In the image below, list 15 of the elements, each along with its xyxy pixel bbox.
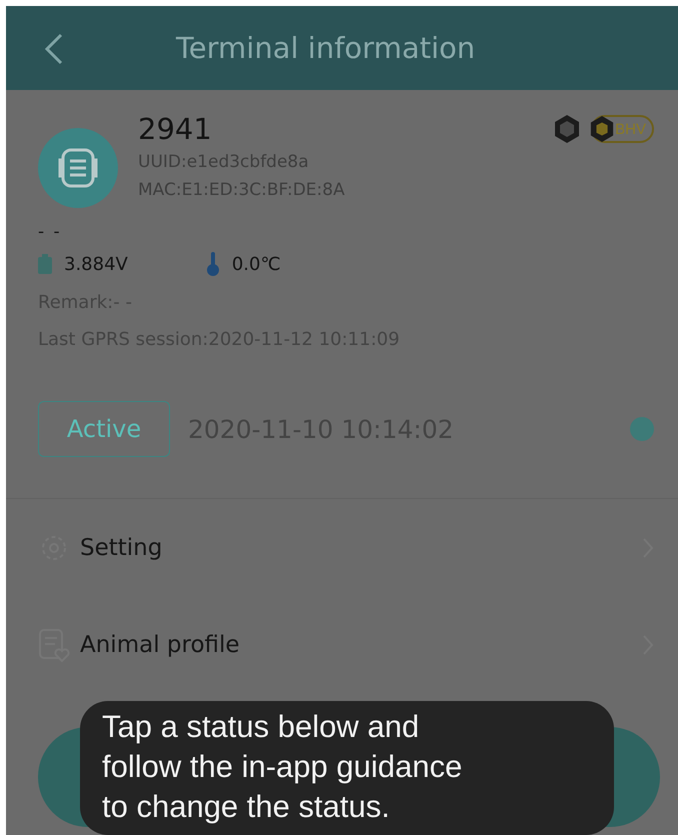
status-toast: Tap a status below and follow the in-app guidance to change the status. — [80, 701, 614, 835]
battery-icon — [38, 254, 52, 274]
device-name: 2941 — [138, 111, 213, 148]
menu-item[interactable]: Animal profile — [6, 596, 678, 693]
page-title: Terminal information — [176, 31, 476, 65]
bhv-badge: BHV — [591, 115, 654, 143]
temperature-value: 0.0℃ — [232, 254, 281, 274]
shield-icon — [553, 114, 582, 144]
menu-item[interactable]: Setting — [6, 499, 678, 596]
device-avatar-icon — [38, 128, 118, 208]
voltage-value: 3.884V — [64, 254, 128, 274]
thermometer-icon — [206, 252, 220, 276]
status-button[interactable]: Active — [38, 401, 170, 457]
back-icon[interactable] — [44, 33, 64, 65]
note-text: - - — [38, 222, 63, 242]
